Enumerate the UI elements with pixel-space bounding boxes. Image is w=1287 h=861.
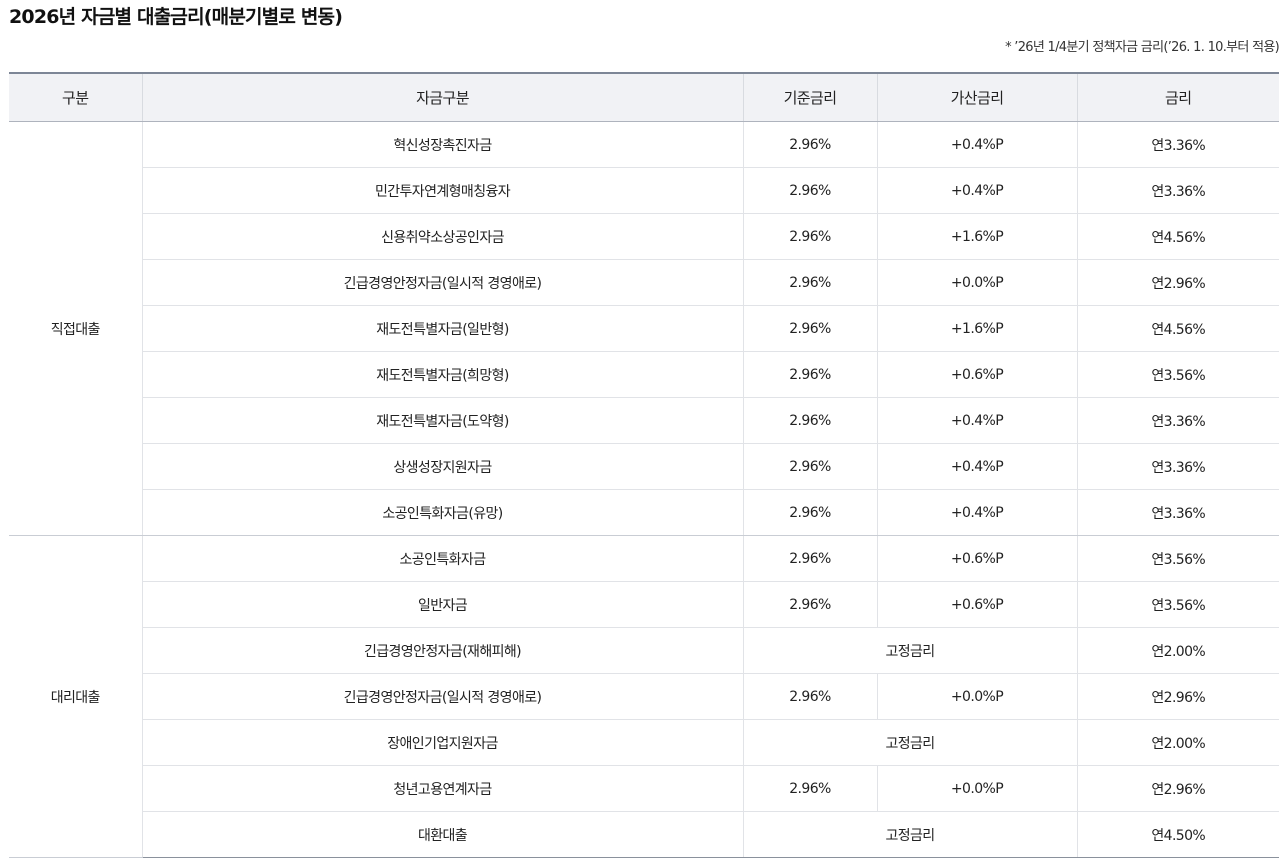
header-rate: 금리 — [1076, 72, 1279, 122]
base-rate-cell: 2.96% — [742, 443, 877, 490]
table-row: 소공인특화자금(유망) 2.96% +0.4%P 연3.36% — [9, 489, 1279, 536]
add-rate-cell: +0.4%P — [876, 397, 1077, 444]
group-label: 직접대출 — [9, 121, 142, 536]
base-rate-cell: 2.96% — [742, 397, 877, 444]
fund-name-cell: 재도전특별자금(일반형) — [141, 305, 743, 352]
fixed-rate-cell: 고정금리 — [742, 811, 1077, 858]
fund-name-cell: 청년고용연계자금 — [141, 765, 743, 812]
fund-name-cell: 장애인기업지원자금 — [141, 719, 743, 766]
rate-cell: 연3.36% — [1076, 397, 1279, 444]
table-row: 재도전특별자금(도약형) 2.96% +0.4%P 연3.36% — [9, 397, 1279, 444]
fixed-rate-cell: 고정금리 — [742, 627, 1077, 674]
base-rate-cell: 2.96% — [742, 121, 877, 168]
rate-cell: 연3.36% — [1076, 489, 1279, 536]
fund-name-cell: 소공인특화자금(유망) — [141, 489, 743, 536]
add-rate-cell: +1.6%P — [876, 305, 1077, 352]
fund-name-cell: 긴급경영안정자금(재해피해) — [141, 627, 743, 674]
fund-name-cell: 긴급경영안정자금(일시적 경영애로) — [141, 673, 743, 720]
fund-name-cell: 혁신성장촉진자금 — [141, 121, 743, 168]
add-rate-cell: +0.4%P — [876, 489, 1077, 536]
table-row: 청년고용연계자금 2.96% +0.0%P 연2.96% — [9, 765, 1279, 812]
table-row: 긴급경영안정자금(일시적 경영애로) 2.96% +0.0%P 연2.96% — [9, 673, 1279, 720]
add-rate-cell: +0.4%P — [876, 167, 1077, 214]
rate-cell: 연2.96% — [1076, 673, 1279, 720]
table-row: 장애인기업지원자금 고정금리 연2.00% — [9, 719, 1279, 766]
rate-cell: 연3.56% — [1076, 581, 1279, 628]
fund-name-cell: 재도전특별자금(희망형) — [141, 351, 743, 398]
fund-name-cell: 긴급경영안정자금(일시적 경영애로) — [141, 259, 743, 306]
rate-note: * ’26년 1/4분기 정책자금 금리(’26. 1. 10.부터 적용) — [1005, 40, 1280, 55]
rate-cell: 연2.00% — [1076, 719, 1279, 766]
add-rate-cell: +0.6%P — [876, 535, 1077, 582]
add-rate-cell: +0.0%P — [876, 765, 1077, 812]
rate-cell: 연3.36% — [1076, 167, 1279, 214]
add-rate-cell: +0.6%P — [876, 351, 1077, 398]
rate-cell: 연4.50% — [1076, 811, 1279, 858]
fund-name-cell: 상생성장지원자금 — [141, 443, 743, 490]
add-rate-cell: +1.6%P — [876, 213, 1077, 260]
fund-name-cell: 소공인특화자금 — [141, 535, 743, 582]
table-row: 재도전특별자금(일반형) 2.96% +1.6%P 연4.56% — [9, 305, 1279, 352]
base-rate-cell: 2.96% — [742, 581, 877, 628]
group-label: 대리대출 — [9, 535, 142, 858]
add-rate-cell: +0.4%P — [876, 443, 1077, 490]
rate-cell: 연4.56% — [1076, 305, 1279, 352]
base-rate-cell: 2.96% — [742, 673, 877, 720]
base-rate-cell: 2.96% — [742, 259, 877, 306]
rate-cell: 연2.96% — [1076, 765, 1279, 812]
rate-cell: 연3.56% — [1076, 535, 1279, 582]
base-rate-cell: 2.96% — [742, 305, 877, 352]
rate-cell: 연3.36% — [1076, 443, 1279, 490]
table-row: 상생성장지원자금 2.96% +0.4%P 연3.36% — [9, 443, 1279, 490]
base-rate-cell: 2.96% — [742, 489, 877, 536]
header-add-rate: 가산금리 — [876, 72, 1077, 122]
fund-name-cell: 대환대출 — [141, 811, 743, 858]
table-row: 민간투자연계형매칭융자 2.96% +0.4%P 연3.36% — [9, 167, 1279, 214]
table-row: 대리대출 소공인특화자금 2.96% +0.6%P 연3.56% — [9, 535, 1279, 858]
rate-cell: 연2.00% — [1076, 627, 1279, 674]
fund-name-cell: 신용취약소상공인자금 — [141, 213, 743, 260]
rate-cell: 연4.56% — [1076, 213, 1279, 260]
fund-name-cell: 재도전특별자금(도약형) — [141, 397, 743, 444]
table-row: 직접대출 혁신성장촉진자금 2.96% +0.4%P 연3.36% — [9, 121, 1279, 536]
add-rate-cell: +0.0%P — [876, 259, 1077, 306]
rate-cell: 연3.36% — [1076, 121, 1279, 168]
base-rate-cell: 2.96% — [742, 351, 877, 398]
table-row: 대환대출 고정금리 연4.50% — [9, 811, 1279, 858]
table-body: 직접대출 혁신성장촉진자금 2.96% +0.4%P 연3.36% 민간투자연계형매칭융자… — [9, 121, 1279, 858]
header-fund: 자금구분 — [141, 72, 743, 122]
base-rate-cell: 2.96% — [742, 167, 877, 214]
table-row: 재도전특별자금(희망형) 2.96% +0.6%P 연3.56% — [9, 351, 1279, 398]
add-rate-cell: +0.0%P — [876, 673, 1077, 720]
add-rate-cell: +0.4%P — [876, 121, 1077, 168]
table-row: 긴급경영안정자금(재해피해) 고정금리 연2.00% — [9, 627, 1279, 674]
fixed-rate-cell: 고정금리 — [742, 719, 1077, 766]
rate-cell: 연2.96% — [1076, 259, 1279, 306]
page: 2026년 자금별 대출금리(매분기별로 변동) * ’26년 1/4분기 정책… — [0, 0, 1287, 861]
page-title: 2026년 자금별 대출금리(매분기별로 변동) — [9, 6, 343, 28]
rate-cell: 연3.56% — [1076, 351, 1279, 398]
table-row: 신용취약소상공인자금 2.96% +1.6%P 연4.56% — [9, 213, 1279, 260]
add-rate-cell: +0.6%P — [876, 581, 1077, 628]
header-base-rate: 기준금리 — [742, 72, 877, 122]
loan-rate-table: 구분 자금구분 기준금리 가산금리 금리 직접대출 혁신성장촉진자금 2.96% +0… — [9, 72, 1279, 858]
table-row: 일반자금 2.96% +0.6%P 연3.56% — [9, 581, 1279, 628]
base-rate-cell: 2.96% — [742, 765, 877, 812]
fund-name-cell: 민간투자연계형매칭융자 — [141, 167, 743, 214]
table-row: 긴급경영안정자금(일시적 경영애로) 2.96% +0.0%P 연2.96% — [9, 259, 1279, 306]
header-category: 구분 — [9, 72, 142, 122]
base-rate-cell: 2.96% — [742, 213, 877, 260]
fund-name-cell: 일반자금 — [141, 581, 743, 628]
base-rate-cell: 2.96% — [742, 535, 877, 582]
table-header-row: 구분 자금구분 기준금리 가산금리 금리 — [9, 72, 1279, 122]
